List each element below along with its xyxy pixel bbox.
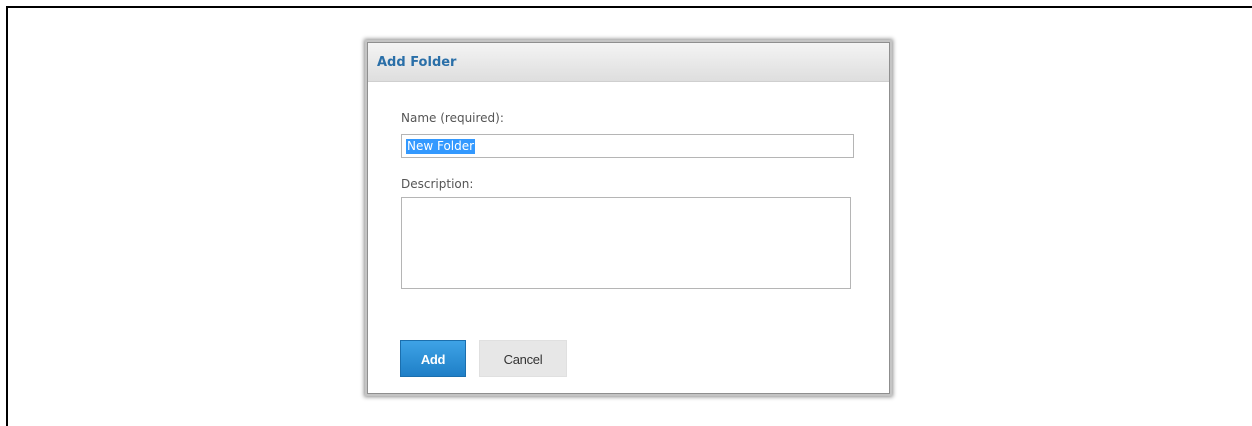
name-input-value: New Folder (406, 139, 476, 154)
dialog-title: Add Folder (377, 55, 457, 70)
cancel-button[interactable]: Cancel (479, 340, 567, 377)
description-label: Description: (401, 177, 474, 191)
add-folder-dialog: Add Folder Name (required): New Folder D… (367, 42, 890, 394)
dialog-header: Add Folder (368, 43, 889, 82)
add-button[interactable]: Add (400, 340, 466, 377)
name-input[interactable]: New Folder (401, 134, 854, 158)
name-label: Name (required): (401, 111, 504, 125)
description-textarea[interactable] (401, 197, 851, 289)
